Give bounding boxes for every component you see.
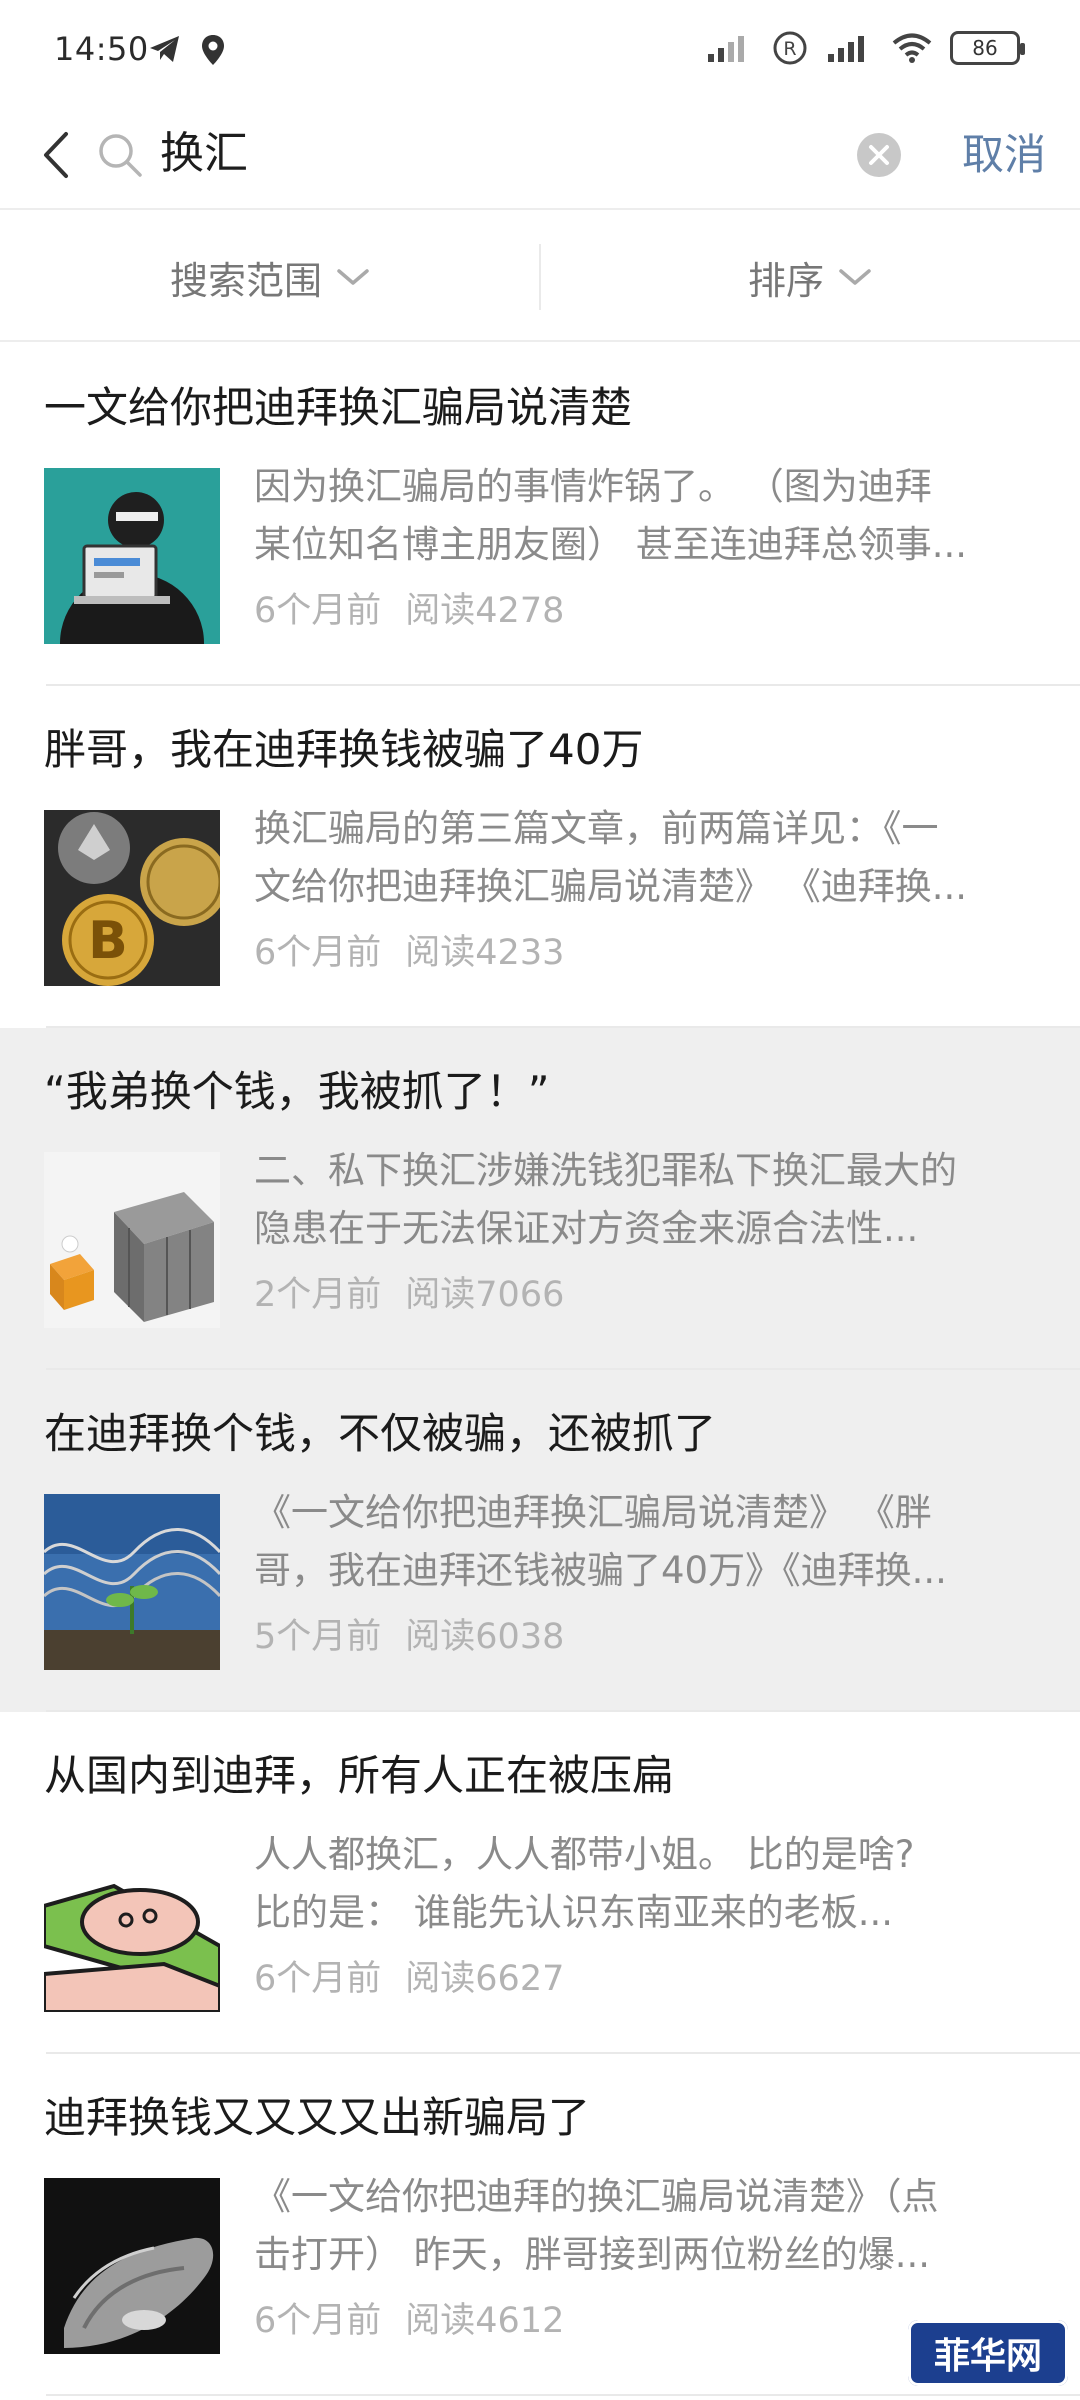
- result-title: “我弟换个钱，我被抓了！”: [44, 1067, 550, 1116]
- publish-time: 6个月前: [254, 933, 382, 973]
- article-thumbnail: [44, 468, 220, 644]
- result-title: 胖哥，我在迪拜换钱被骗了40万: [44, 725, 644, 774]
- article-thumbnail: [44, 1152, 220, 1328]
- result-item[interactable]: 胖哥，我在迪拜换钱被骗了40万 B 换汇骗局的第三篇文章，前两篇详见：《一 文给…: [0, 686, 1080, 1028]
- result-summary: 换汇骗局的第三篇文章，前两篇详见：《一 文给你把迪拜换汇骗局说清楚》 《迪拜换.…: [254, 800, 1044, 916]
- publish-time: 6个月前: [254, 591, 382, 631]
- publish-time: 6个月前: [254, 2301, 382, 2341]
- result-summary: 二、私下换汇涉嫌洗钱犯罪私下换汇最大的 隐患在于无法保证对方资金来源合法性...: [254, 1142, 1044, 1258]
- article-thumbnail: B: [44, 810, 220, 986]
- status-left-icons: [148, 34, 226, 66]
- result-meta: 6个月前 阅读6627: [254, 1954, 564, 2004]
- summary-line: 《一文给你把迪拜换汇骗局说清楚》 《胖: [254, 1491, 932, 1534]
- roaming-icon: R: [773, 31, 807, 65]
- publish-time: 6个月前: [254, 1959, 382, 1999]
- read-count: 阅读4278: [405, 591, 565, 631]
- result-item[interactable]: 一文给你把迪拜换汇骗局说清楚 因为换汇骗局的事情炸锅了。 （图为迪拜 某位知名博…: [0, 344, 1080, 686]
- chevron-down-icon: [337, 269, 369, 285]
- result-item[interactable]: “我弟换个钱，我被抓了！” 二、私下换汇涉嫌洗钱犯罪私下换汇最大的 隐患在于无法…: [0, 1028, 1080, 1370]
- sort-dropdown[interactable]: 排序: [540, 212, 1080, 342]
- summary-line: 击打开） 昨天，胖哥接到两位粉丝的爆...: [254, 2233, 931, 2276]
- result-title: 从国内到迪拜，所有人正在被压扁: [44, 1751, 675, 1800]
- svg-text:B: B: [88, 911, 128, 971]
- article-thumbnail: [44, 1494, 220, 1670]
- back-arrow-icon[interactable]: [30, 122, 80, 188]
- summary-line: 因为换汇骗局的事情炸锅了。 （图为迪拜: [254, 465, 932, 508]
- publish-time: 2个月前: [254, 1275, 382, 1315]
- signal-icon: [708, 36, 744, 62]
- result-list: 一文给你把迪拜换汇骗局说清楚 因为换汇骗局的事情炸锅了。 （图为迪拜 某位知名博…: [0, 344, 1080, 2396]
- result-title: 迪拜换钱又又又又出新骗局了: [44, 2093, 591, 2142]
- svg-text:R: R: [783, 38, 796, 60]
- search-input[interactable]: [160, 124, 820, 184]
- filter-bar: 搜索范围 排序: [0, 212, 1080, 342]
- battery-indicator: 86: [950, 31, 1025, 65]
- result-item[interactable]: 从国内到迪拜，所有人正在被压扁 人人都换汇，人人都带小姐。 比的是啥? 比的是：…: [0, 1712, 1080, 2054]
- summary-line: 文给你把迪拜换汇骗局说清楚》 《迪拜换...: [254, 865, 968, 908]
- result-summary: 人人都换汇，人人都带小姐。 比的是啥? 比的是： 谁能先认识东南亚来的老板...: [254, 1826, 1044, 1942]
- search-scope-label: 搜索范围: [169, 258, 322, 303]
- chevron-down-icon: [839, 269, 871, 285]
- result-summary: 因为换汇骗局的事情炸锅了。 （图为迪拜 某位知名博主朋友圈） 甚至连迪拜总领事.…: [254, 458, 1044, 574]
- article-thumbnail: [44, 2178, 220, 2354]
- result-meta: 6个月前 阅读4233: [254, 928, 564, 978]
- status-time: 14:50: [54, 30, 149, 68]
- read-count: 阅读6038: [405, 1617, 565, 1657]
- result-meta: 6个月前 阅读4612: [254, 2296, 564, 2346]
- result-meta: 5个月前 阅读6038: [254, 1612, 564, 1662]
- summary-line: 二、私下换汇涉嫌洗钱犯罪私下换汇最大的: [254, 1149, 957, 1192]
- read-count: 阅读6627: [405, 1959, 565, 1999]
- location-icon: [202, 35, 224, 65]
- result-item[interactable]: 在迪拜换个钱，不仅被骗，还被抓了 《一文给你把迪拜换汇骗局说清楚》 《胖 哥，我…: [0, 1370, 1080, 1712]
- read-count: 阅读4612: [405, 2301, 565, 2341]
- summary-line: 换汇骗局的第三篇文章，前两篇详见：《一: [254, 807, 939, 850]
- search-bar: 取消: [0, 100, 1080, 210]
- summary-line: 哥，我在迪拜还钱被骗了40万》《迪拜换...: [254, 1549, 947, 1592]
- publish-time: 5个月前: [254, 1617, 382, 1657]
- divider: [46, 2394, 1080, 2396]
- sort-label: 排序: [747, 258, 824, 303]
- watermark-logo: 菲华网: [908, 2320, 1068, 2386]
- summary-line: 比的是： 谁能先认识东南亚来的老板...: [254, 1891, 894, 1934]
- result-title: 一文给你把迪拜换汇骗局说清楚: [44, 383, 633, 432]
- summary-line: 某位知名博主朋友圈） 甚至连迪拜总领事...: [254, 523, 968, 566]
- result-summary: 《一文给你把迪拜的换汇骗局说清楚》（点 击打开） 昨天，胖哥接到两位粉丝的爆..…: [254, 2168, 1044, 2284]
- search-icon: [92, 122, 148, 188]
- telegram-icon: [150, 36, 179, 62]
- article-thumbnail: [44, 1836, 220, 2012]
- clear-icon[interactable]: [856, 132, 902, 178]
- battery-level: 86: [972, 36, 998, 60]
- result-meta: 6个月前 阅读4278: [254, 586, 564, 636]
- status-bar: 14:50 R 86: [0, 0, 1080, 100]
- summary-line: 隐患在于无法保证对方资金来源合法性...: [254, 1207, 919, 1250]
- result-title: 在迪拜换个钱，不仅被骗，还被抓了: [44, 1409, 717, 1458]
- status-right-icons: R 86: [706, 30, 1025, 66]
- wifi-icon: [892, 33, 932, 63]
- summary-line: 人人都换汇，人人都带小姐。 比的是啥?: [254, 1833, 915, 1876]
- search-scope-dropdown[interactable]: 搜索范围: [0, 212, 540, 342]
- read-count: 阅读4233: [405, 933, 565, 973]
- result-summary: 《一文给你把迪拜换汇骗局说清楚》 《胖 哥，我在迪拜还钱被骗了40万》《迪拜换.…: [254, 1484, 1044, 1600]
- result-meta: 2个月前 阅读7066: [254, 1270, 564, 1320]
- read-count: 阅读7066: [405, 1275, 565, 1315]
- signal-icon-2: [828, 36, 864, 62]
- cancel-button[interactable]: 取消: [962, 124, 1046, 186]
- summary-line: 《一文给你把迪拜的换汇骗局说清楚》（点: [254, 2175, 939, 2218]
